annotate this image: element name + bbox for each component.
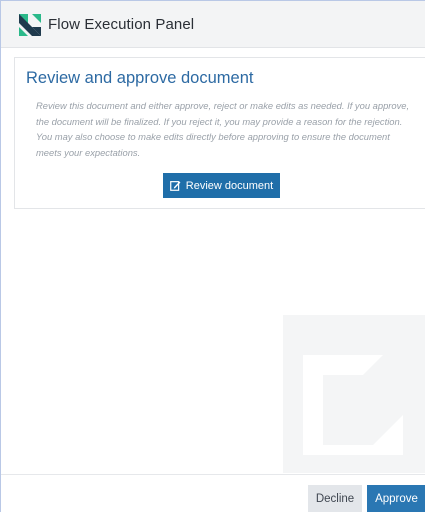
edit-icon [169, 181, 181, 191]
review-card: Review and approve document Review this … [14, 57, 425, 209]
panel-header: Flow Execution Panel [1, 1, 425, 48]
app-title: Flow Execution Panel [48, 16, 195, 33]
flow-logo-icon [19, 14, 41, 36]
decline-button[interactable]: Decline [308, 485, 362, 512]
review-document-button[interactable]: Review document [163, 173, 280, 198]
card-description: Review this document and either approve,… [36, 100, 410, 158]
approve-button[interactable]: Approve [367, 485, 425, 512]
footer-divider [1, 474, 425, 475]
document-watermark-icon [283, 315, 425, 473]
review-document-label: Review document [185, 179, 274, 192]
card-title: Review and approve document [26, 69, 254, 87]
flow-execution-panel: Flow Execution Panel Review and approve … [0, 0, 425, 512]
